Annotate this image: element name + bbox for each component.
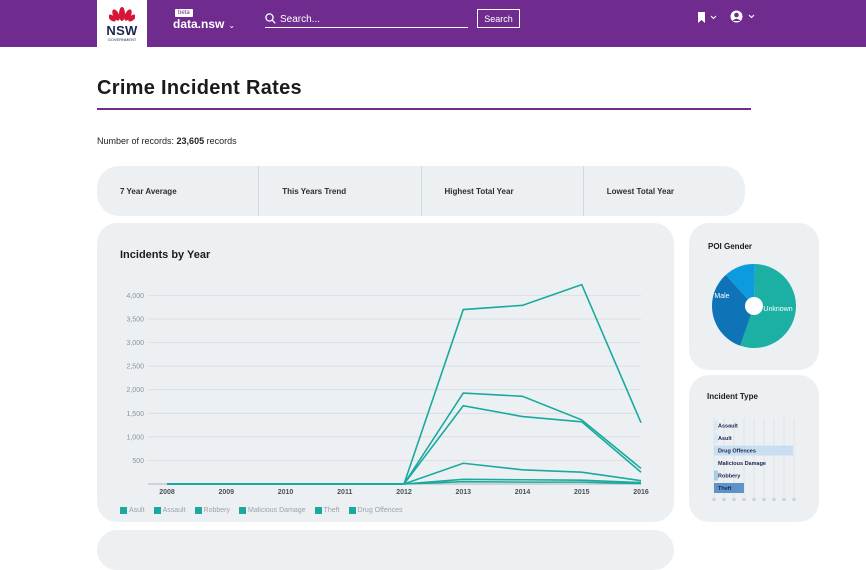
stats-panel: 7 Year Average This Years Trend Highest … — [97, 166, 745, 216]
bookmark-icon — [698, 12, 717, 23]
brand-menu[interactable]: data.nsw ⌄ — [173, 17, 235, 31]
bookmarks-menu[interactable] — [697, 11, 717, 29]
page-title: Crime Incident Rates — [97, 77, 302, 99]
legend-item[interactable]: Assault — [153, 507, 186, 514]
search-button[interactable]: Search — [477, 9, 520, 28]
records-label: Number of records: — [97, 136, 175, 146]
legend-label: Theft — [323, 507, 340, 514]
legend-item[interactable]: Drug Offences — [348, 507, 403, 514]
incidents-chart-title: Incidents by Year — [120, 249, 211, 261]
stat-highest-total-year: Highest Total Year — [420, 166, 583, 216]
user-icon — [730, 10, 755, 23]
legend-swatch — [239, 507, 246, 514]
chevron-down-icon: ⌄ — [228, 21, 236, 30]
stat-lowest-total-year: Lowest Total Year — [582, 166, 745, 216]
poi-gender-title: POI Gender — [708, 242, 753, 251]
legend-item[interactable]: Asult — [120, 507, 145, 514]
incidents-by-year-card — [97, 223, 674, 522]
legend-item[interactable]: Malicious Damage — [239, 507, 306, 514]
nsw-government-logo[interactable]: NSW GOVERNMENT — [97, 0, 147, 47]
chart-legend: Asult Assault Robbery Malicious Damage Theft… — [120, 507, 412, 514]
legend-label: Assault — [162, 507, 186, 514]
account-menu[interactable] — [730, 10, 756, 28]
legend-label: Asult — [129, 507, 145, 514]
legend-label: Malicious Damage — [248, 507, 306, 514]
logo-subtext: GOVERNMENT — [107, 37, 137, 42]
legend-label: Drug Offences — [357, 507, 403, 514]
search-icon — [265, 13, 276, 24]
top-navigation-bar: NSW GOVERNMENT beta data.nsw ⌄ Search — [0, 0, 866, 47]
search-bar — [265, 11, 468, 28]
additional-chart-card — [97, 530, 674, 570]
waratah-icon — [109, 7, 135, 22]
records-summary: Number of records: 23,605 records — [97, 136, 237, 146]
search-input[interactable] — [280, 11, 465, 27]
beta-badge: beta — [175, 9, 193, 17]
title-divider — [97, 108, 751, 110]
records-count: 23,605 — [176, 136, 205, 146]
legend-swatch — [153, 507, 161, 514]
legend-swatch — [348, 507, 356, 514]
records-unit: records — [206, 136, 237, 146]
incident-type-title: Incident Type — [707, 392, 758, 401]
logo-text: NSW — [106, 23, 138, 38]
legend-swatch — [194, 507, 202, 514]
legend-item[interactable]: Robbery — [194, 507, 230, 514]
stat-this-years-trend: This Years Trend — [258, 166, 420, 216]
brand-label: data.nsw — [173, 17, 225, 31]
legend-swatch — [314, 507, 322, 514]
stat-seven-year-average: 7 Year Average — [120, 186, 177, 196]
legend-item[interactable]: Theft — [314, 507, 340, 514]
legend-label: Robbery — [203, 507, 230, 514]
legend-swatch — [120, 507, 127, 514]
